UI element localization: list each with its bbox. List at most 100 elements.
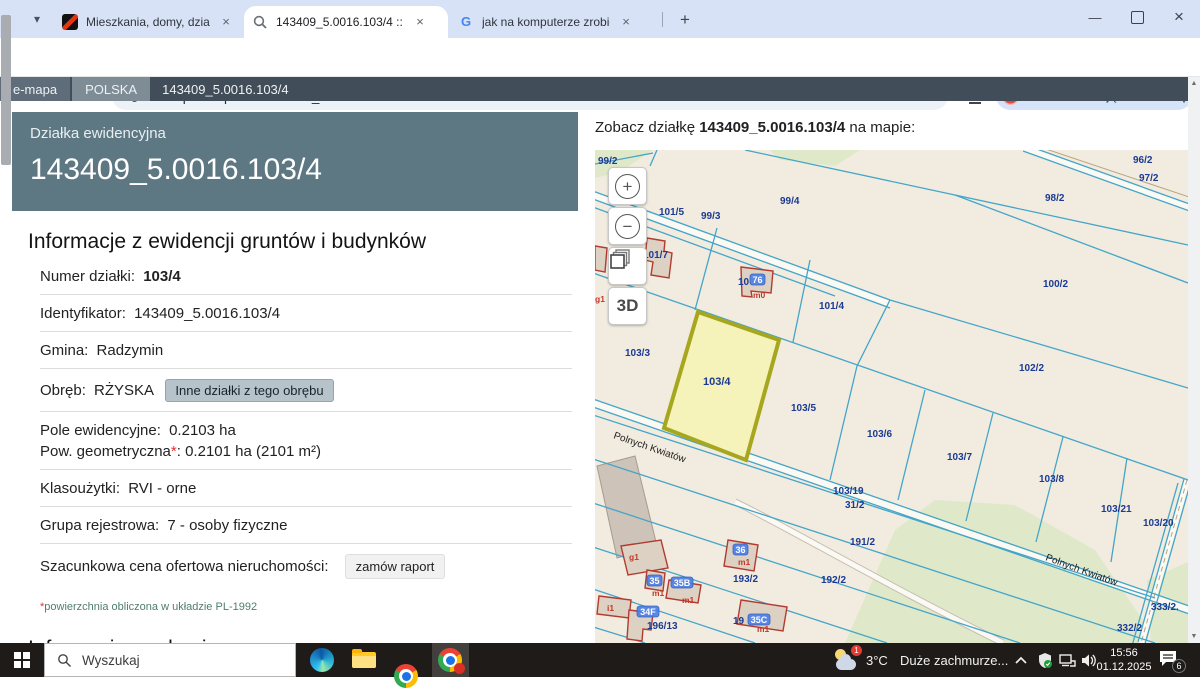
svg-text:103/4: 103/4: [703, 376, 731, 388]
start-button[interactable]: [0, 643, 44, 677]
search-icon: [57, 653, 72, 668]
new-tab-button[interactable]: +: [672, 7, 698, 33]
svg-text:m1: m1: [738, 557, 751, 567]
tab-close-icon[interactable]: ×: [412, 14, 428, 30]
row-value: 143409_5.0016.103/4: [134, 305, 280, 322]
row-label: Numer działki:: [40, 268, 135, 285]
tab-otodom[interactable]: Mieszkania, domy, działki, lokal ×: [54, 6, 242, 38]
taskbar-search-box[interactable]: Wyszukaj: [44, 643, 296, 677]
notification-count-badge: 6: [1172, 659, 1186, 673]
row-label: Gmina:: [40, 342, 88, 359]
row-label: Szacunkowa cena ofertowa nieruchomości:: [40, 558, 329, 575]
page-scrollbar[interactable]: ▲ ▼: [1188, 77, 1200, 643]
edge-icon[interactable]: [310, 648, 334, 672]
tab-emapa-active[interactable]: 143409_5.0016.103/4 :: Działka ×: [244, 6, 448, 38]
browser-toolbar: ← → ↻ e-mapa.net/polska/143409_5.0016.10…: [0, 38, 1200, 77]
scrollbar-down-icon[interactable]: ▼: [1188, 630, 1200, 643]
active-chrome-window[interactable]: [432, 643, 469, 677]
svg-text:99/2: 99/2: [598, 156, 618, 167]
browser-tab-strip: ▾ Mieszkania, domy, działki, lokal × 143…: [0, 0, 1200, 38]
layers-icon: [609, 248, 631, 270]
svg-text:103/5: 103/5: [791, 403, 816, 414]
svg-text:97/2: 97/2: [1139, 173, 1159, 184]
notification-center-icon[interactable]: 6: [1158, 649, 1184, 671]
svg-text:193/2: 193/2: [733, 574, 758, 585]
svg-text:76: 76: [752, 275, 762, 285]
map-zoom-out-button[interactable]: −: [608, 207, 647, 245]
svg-text:196/13: 196/13: [647, 621, 678, 632]
file-explorer-icon[interactable]: [352, 652, 376, 668]
tab-google-search[interactable]: G jak na komputerze zrobić zrzut ×: [450, 6, 656, 38]
egib-section-title: Informacje z ewidencji gruntów i budynkó…: [28, 230, 578, 254]
tray-chevron-up-icon[interactable]: [1012, 652, 1030, 669]
map-canvas[interactable]: Polnych Kwiatów Polnych Kwiatów 99/2 96/…: [595, 150, 1188, 643]
emapa-header-bar: e-mapa POLSKA 143409_5.0016.103/4: [0, 77, 1200, 101]
google-favicon: G: [458, 14, 474, 30]
svg-text:34F: 34F: [640, 607, 656, 617]
network-icon[interactable]: [1058, 652, 1076, 669]
security-shield-icon[interactable]: [1036, 652, 1054, 669]
row-label: Pow. geometryczna: [40, 443, 171, 460]
taskbar-clock[interactable]: 15:56 01.12.2025: [1096, 646, 1152, 674]
emapa-bar-title: 143409_5.0016.103/4: [152, 77, 299, 101]
svg-text:g1: g1: [629, 552, 639, 562]
windows-taskbar: Wyszukaj 1 3°C Duże zachmurze... 15:56 0…: [0, 643, 1200, 677]
row-value: 103/4: [143, 268, 181, 285]
row-area: Pole ewidencyjne: 0.2103 ha Pow. geometr…: [40, 412, 572, 470]
scrollbar-up-icon[interactable]: ▲: [1188, 77, 1200, 90]
map-layers-button[interactable]: [608, 247, 647, 285]
window-minimize-button[interactable]: —: [1074, 0, 1116, 34]
parcel-id-heading: 143409_5.0016.103/4: [30, 153, 578, 187]
tab-search-caret-icon[interactable]: ▾: [26, 8, 48, 30]
svg-text:98/2: 98/2: [1045, 193, 1065, 204]
svg-text:g1: g1: [595, 294, 605, 304]
svg-text:10: 10: [738, 277, 750, 288]
weather-description[interactable]: Duże zachmurze...: [900, 643, 1008, 677]
map-zoom-in-button[interactable]: +: [608, 167, 647, 205]
svg-text:103/21: 103/21: [1101, 504, 1132, 515]
colon: :: [177, 443, 181, 460]
zoom-out-icon: −: [615, 214, 640, 239]
svg-text:333/2.: 333/2.: [1151, 602, 1179, 613]
chrome-icon[interactable]: [394, 664, 418, 688]
caption-parcel-id: 143409_5.0016.103/4: [699, 119, 845, 136]
svg-text:31/2: 31/2: [845, 500, 865, 511]
map-3d-button[interactable]: 3D: [608, 287, 647, 325]
window-close-button[interactable]: ×: [1158, 0, 1200, 34]
row-label: Obręb:: [40, 382, 86, 399]
svg-text:m0: m0: [753, 290, 766, 300]
clock-time: 15:56: [1096, 646, 1152, 660]
tab-close-icon[interactable]: ×: [618, 14, 634, 30]
windows-logo-icon: [14, 652, 30, 668]
row-estimated-price: Szacunkowa cena ofertowa nieruchomości: …: [40, 544, 572, 588]
row-value: 0.2103 ha: [169, 422, 236, 439]
svg-text:100/2: 100/2: [1043, 279, 1068, 290]
chrome-active-icon: [438, 648, 462, 672]
footnote-text: powierzchnia obliczona w układzie PL-199…: [44, 601, 257, 613]
weather-temperature[interactable]: 3°C: [866, 643, 888, 677]
weather-icon[interactable]: 1: [834, 648, 860, 672]
cadastral-map[interactable]: Polnych Kwiatów Polnych Kwiatów 99/2 96/…: [595, 150, 1188, 643]
emapa-region-tab[interactable]: POLSKA: [72, 77, 150, 101]
pl1992-footnote: *powierzchnia obliczona w układzie PL-19…: [40, 601, 578, 613]
window-maximize-button[interactable]: [1116, 0, 1158, 34]
row-value: RŻYSKA: [94, 382, 153, 399]
row-value: 7 - osoby fizyczne: [167, 517, 287, 534]
parcel-info-panel: Działka ewidencyjna 143409_5.0016.103/4 …: [12, 112, 578, 665]
chrome-profile-badge: [454, 663, 465, 674]
row-value: Radzymin: [97, 342, 164, 359]
other-parcels-button[interactable]: Inne działki z tego obrębu: [165, 379, 333, 402]
svg-text:191/2: 191/2: [850, 537, 875, 548]
tab-close-icon[interactable]: ×: [218, 14, 234, 30]
zoom-in-icon: +: [615, 174, 640, 199]
scrollbar-thumb[interactable]: [1, 15, 11, 165]
svg-text:35B: 35B: [674, 578, 691, 588]
clock-date: 01.12.2025: [1096, 660, 1152, 674]
row-register-group: Grupa rejestrowa: 7 - osoby fizyczne: [40, 507, 572, 544]
svg-text:101/5: 101/5: [659, 207, 684, 218]
weather-alert-badge: 1: [851, 645, 862, 656]
order-report-button[interactable]: zamów raport: [345, 554, 446, 579]
tab-divider: [662, 12, 663, 27]
svg-text:103/6: 103/6: [867, 429, 892, 440]
svg-text:96/2: 96/2: [1133, 155, 1153, 166]
